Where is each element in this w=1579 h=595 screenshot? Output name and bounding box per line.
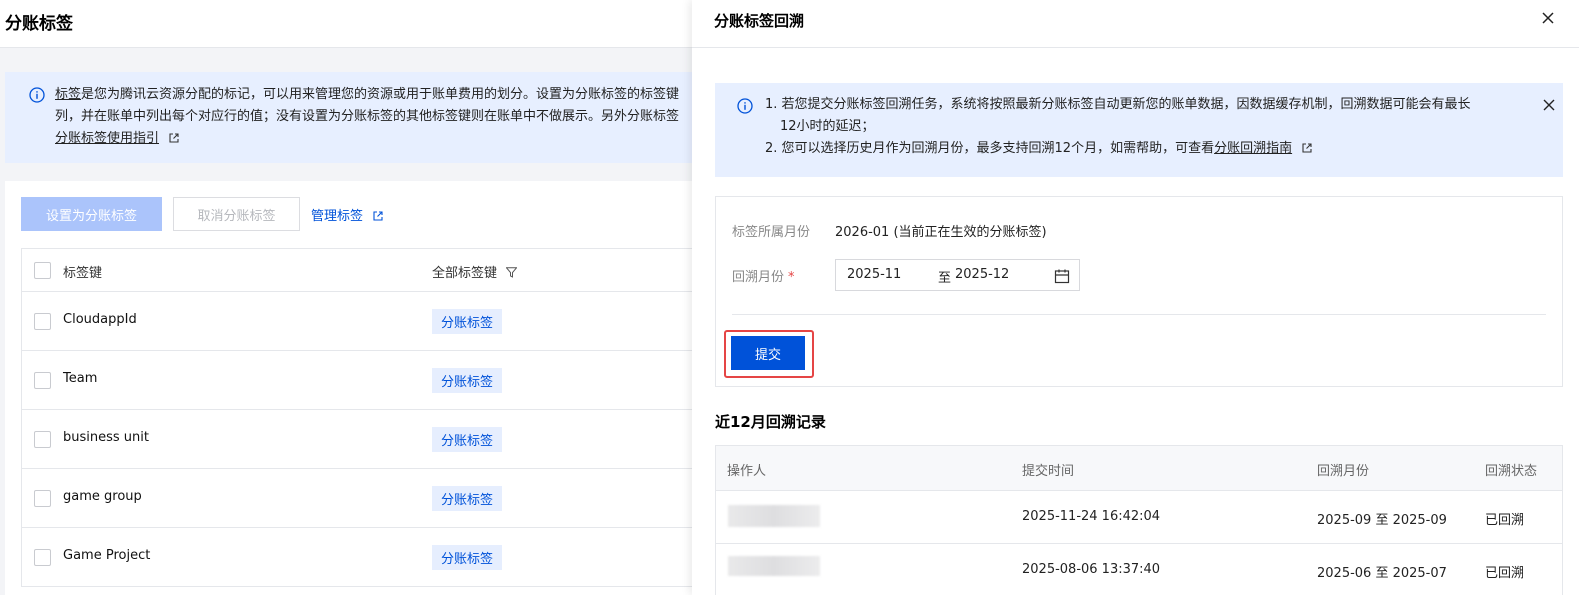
close-icon[interactable] bbox=[1543, 99, 1555, 111]
guide-link[interactable]: 分账标签使用指引 bbox=[55, 131, 159, 146]
form-divider bbox=[732, 314, 1546, 315]
external-link-icon bbox=[169, 133, 179, 143]
tag-key: business unit bbox=[63, 430, 149, 445]
table-row: Game Project 分账标签 bbox=[22, 528, 700, 587]
tag-table: 标签键 全部标签键 CloudappId 分账标签 Team 分账标签 busi… bbox=[21, 248, 700, 587]
backfill-months: 2025-09 至 2025-09 bbox=[1317, 513, 1447, 528]
tag-key: game group bbox=[63, 489, 142, 504]
calendar-icon[interactable] bbox=[1054, 268, 1070, 284]
header-tag-type[interactable]: 全部标签键 bbox=[432, 262, 518, 281]
split-tag-badge: 分账标签 bbox=[432, 486, 503, 511]
row-checkbox[interactable] bbox=[34, 490, 51, 507]
info-line2: 列，并在账单中列出每个对应行的值；没有设置为分账标签的其他标签键则在账单中不做展… bbox=[55, 109, 680, 124]
range-label: 回溯月份 bbox=[732, 270, 785, 285]
drawer-title: 分账标签回溯 bbox=[714, 12, 805, 30]
split-tag-badge: 分账标签 bbox=[432, 309, 503, 334]
row-checkbox[interactable] bbox=[34, 431, 51, 448]
split-tag-badge: 分账标签 bbox=[432, 368, 503, 393]
info-line1: 是您为腾讯云资源分配的标记，可以用来管理您的资源或用于账单费用的划分。设置为分账… bbox=[81, 87, 680, 102]
submit-button[interactable]: 提交 bbox=[731, 336, 805, 370]
table-row: game group 分账标签 bbox=[22, 469, 700, 528]
backfill-guide-link[interactable]: 分账回溯指南 bbox=[1214, 141, 1292, 156]
row-checkbox[interactable] bbox=[34, 313, 51, 330]
backfill-notice: 1. 若您提交分账标签回溯任务，系统将按照最新分账标签自动更新您的账单数据，因数… bbox=[715, 83, 1563, 177]
table-row: CloudappId 分账标签 bbox=[22, 292, 700, 351]
notice-line2: 2. 您可以选择历史月作为回溯月份，最多支持回溯12个月，如需帮助，可查看 bbox=[765, 141, 1215, 156]
table-row: 2025-08-06 13:37:40 2025-06 至 2025-07 已回… bbox=[716, 544, 1562, 595]
range-end: 2025-12 bbox=[955, 267, 1010, 282]
drawer-header: 分账标签回溯 bbox=[692, 0, 1579, 48]
tag-list-card: 设置为分账标签 取消分账标签 管理标签 标签键 全部标签键 CloudappId… bbox=[5, 181, 700, 595]
tag-key: Team bbox=[63, 371, 98, 386]
close-icon[interactable] bbox=[1541, 11, 1555, 25]
submit-time: 2025-08-06 13:37:40 bbox=[1022, 562, 1161, 577]
info-icon bbox=[29, 87, 45, 103]
month-range-picker[interactable]: 2025-11 至 2025-12 bbox=[835, 259, 1080, 291]
tag-key: Game Project bbox=[63, 548, 151, 563]
table-row: 2025-11-24 16:42:04 2025-09 至 2025-09 已回… bbox=[716, 491, 1562, 544]
tag-page: 分账标签 标签是您为腾讯云资源分配的标记，可以用来管理您的资源或用于账单费用的划… bbox=[0, 0, 700, 595]
range-start: 2025-11 bbox=[847, 267, 902, 282]
table-row: Team 分账标签 bbox=[22, 351, 700, 410]
backfill-drawer: 分账标签回溯 1. 若您提交分账标签回溯任务，系统将按照最新分账标签自动更新您的… bbox=[692, 0, 1579, 595]
header-tag-type-label: 全部标签键 bbox=[432, 266, 498, 281]
backfill-status: 已回溯 bbox=[1485, 513, 1525, 528]
manage-tags-label: 管理标签 bbox=[311, 209, 364, 224]
tag-doc-link[interactable]: 标签 bbox=[55, 87, 81, 102]
backfill-status: 已回溯 bbox=[1485, 566, 1525, 581]
month-label: 标签所属月份 bbox=[732, 225, 811, 240]
header-submit-time: 提交时间 bbox=[1022, 464, 1075, 479]
history-header: 操作人 提交时间 回溯月份 回溯状态 bbox=[716, 446, 1562, 491]
page-title: 分账标签 bbox=[5, 14, 73, 34]
external-link-icon bbox=[1302, 143, 1312, 153]
header-backfill-months: 回溯月份 bbox=[1317, 464, 1370, 479]
split-tag-badge: 分账标签 bbox=[432, 545, 503, 570]
backfill-months: 2025-06 至 2025-07 bbox=[1317, 566, 1447, 581]
backfill-form: 标签所属月份 2026-01 (当前正在生效的分账标签) 回溯月份 * 2025-… bbox=[715, 196, 1563, 387]
cancel-split-tag-button[interactable]: 取消分账标签 bbox=[173, 197, 300, 231]
page-header: 分账标签 bbox=[0, 0, 700, 48]
header-operator: 操作人 bbox=[727, 464, 767, 479]
range-label-wrap: 回溯月份 * bbox=[732, 266, 795, 285]
required-mark: * bbox=[788, 270, 795, 285]
row-checkbox[interactable] bbox=[34, 549, 51, 566]
notice-line1: 1. 若您提交分账标签回溯任务，系统将按照最新分账标签自动更新您的账单数据，因数… bbox=[765, 97, 1471, 112]
header-backfill-status: 回溯状态 bbox=[1485, 464, 1538, 479]
history-table: 操作人 提交时间 回溯月份 回溯状态 2025-11-24 16:42:04 2… bbox=[715, 445, 1563, 595]
set-split-tag-button[interactable]: 设置为分账标签 bbox=[21, 197, 162, 231]
row-checkbox[interactable] bbox=[34, 372, 51, 389]
filter-icon[interactable] bbox=[506, 267, 518, 278]
external-link-icon bbox=[373, 211, 383, 221]
table-row: business unit 分账标签 bbox=[22, 410, 700, 469]
info-icon bbox=[737, 98, 753, 114]
split-tag-badge: 分账标签 bbox=[432, 427, 503, 452]
tag-key: CloudappId bbox=[63, 312, 137, 327]
header-tag-key: 标签键 bbox=[63, 266, 103, 281]
history-title: 近12月回溯记录 bbox=[715, 413, 826, 431]
manage-tags-link[interactable]: 管理标签 bbox=[311, 205, 383, 224]
redacted-operator bbox=[728, 556, 820, 576]
range-separator: 至 bbox=[938, 271, 952, 286]
redacted-operator bbox=[728, 505, 820, 527]
select-all-checkbox[interactable] bbox=[34, 262, 51, 279]
info-banner: 标签是您为腾讯云资源分配的标记，可以用来管理您的资源或用于账单费用的划分。设置为… bbox=[5, 72, 700, 163]
submit-highlight-frame: 提交 bbox=[724, 330, 814, 378]
month-value: 2026-01 (当前正在生效的分账标签) bbox=[835, 225, 1047, 240]
notice-line1b: 12小时的延迟； bbox=[780, 119, 875, 134]
table-header: 标签键 全部标签键 bbox=[22, 249, 700, 292]
submit-time: 2025-11-24 16:42:04 bbox=[1022, 509, 1161, 524]
